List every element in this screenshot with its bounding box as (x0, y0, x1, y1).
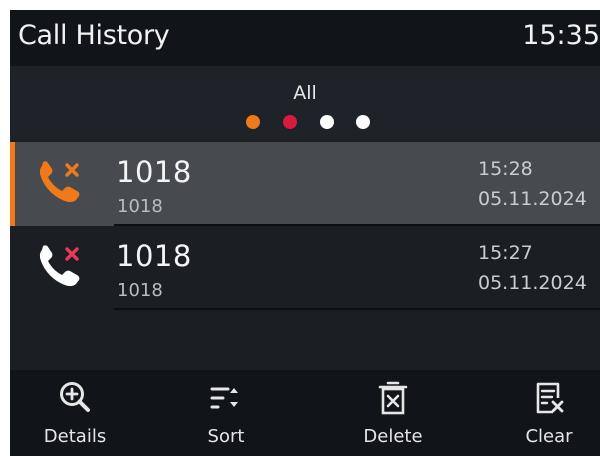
call-date: 05.11.2024 (478, 188, 587, 210)
call-name: 1018 (116, 239, 192, 273)
sort-icon (210, 387, 238, 409)
filter-dot-missed[interactable] (283, 115, 297, 129)
phone-screen: Call History 15:35 All 1018 1018 15:28 0… (10, 10, 600, 456)
call-number: 1018 (117, 280, 163, 301)
status-bar: Call History 15:35 (10, 10, 600, 66)
call-time: 15:27 (478, 242, 533, 264)
call-list: 1018 1018 15:28 05.11.2024 1018 1018 15:… (10, 140, 600, 370)
zoom-in-icon (60, 382, 90, 412)
selection-indicator (10, 142, 15, 226)
details-label: Details (43, 426, 107, 447)
softkey-bar: Details Sort Delete Clear (10, 370, 600, 456)
call-name: 1018 (116, 155, 192, 189)
clock: 15:35 (522, 20, 600, 51)
call-list-item[interactable]: 1018 1018 15:28 05.11.2024 (10, 142, 600, 226)
page-title: Call History (18, 20, 170, 51)
clear-label: Clear (525, 426, 573, 447)
delete-label: Delete (363, 426, 423, 447)
row-divider (114, 308, 600, 310)
filter-dot-received[interactable] (320, 115, 334, 129)
sort-button[interactable]: Sort (161, 370, 291, 456)
filter-dot-all[interactable] (246, 115, 260, 129)
call-time: 15:28 (478, 158, 533, 180)
missed-call-icon (39, 245, 80, 287)
clear-button[interactable]: Clear (484, 370, 600, 456)
clear-list-icon (536, 382, 564, 414)
filter-label: All (293, 82, 317, 104)
call-date: 05.11.2024 (478, 272, 587, 294)
trash-icon (378, 381, 408, 415)
delete-button[interactable]: Delete (328, 370, 458, 456)
call-list-item[interactable]: 1018 1018 15:27 05.11.2024 (10, 226, 600, 310)
filter-dot-dialed[interactable] (356, 115, 370, 129)
call-number: 1018 (117, 196, 163, 217)
filter-page-indicator (246, 115, 386, 129)
missed-call-icon (39, 161, 80, 203)
call-filter[interactable]: All (10, 66, 600, 140)
details-button[interactable]: Details (10, 370, 140, 456)
sort-label: Sort (207, 426, 245, 447)
